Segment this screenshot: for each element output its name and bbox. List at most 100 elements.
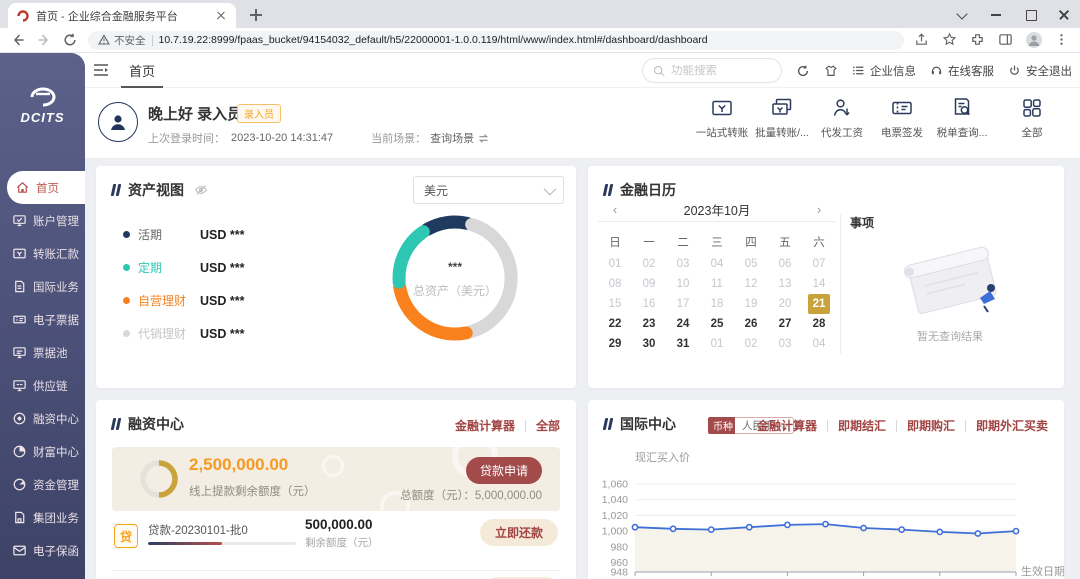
sidebar-item-group-business[interactable]: 集团业务	[0, 501, 85, 534]
calendar-day[interactable]: 02	[740, 334, 762, 354]
sidebar-item-international-business[interactable]: 国际业务	[0, 270, 85, 303]
user-avatar[interactable]	[98, 102, 138, 142]
calendar-day[interactable]: 28	[808, 314, 830, 334]
favicon-icon	[16, 9, 30, 23]
calendar-day[interactable]: 22	[604, 314, 626, 334]
sidebar-item-e-guarantee[interactable]: 电子保函	[0, 534, 85, 567]
browser-menu-icon[interactable]	[1054, 32, 1070, 48]
calendar-day[interactable]: 30	[638, 334, 660, 354]
calendar-day[interactable]: 13	[774, 274, 796, 294]
security-warning-icon[interactable]: 不安全	[98, 33, 146, 48]
switch-scene-icon[interactable]	[478, 133, 489, 144]
financing-link-0[interactable]: 金融计算器	[455, 417, 515, 434]
calendar-day[interactable]: 19	[740, 294, 762, 314]
calendar-day[interactable]: 06	[774, 254, 796, 274]
international-link-1[interactable]: 即期结汇	[838, 417, 886, 434]
quick-action-e-draft-issue[interactable]: 电票签发	[872, 96, 932, 140]
quick-action-batch-transfer[interactable]: 批量转账/...	[752, 96, 812, 140]
calendar-next-icon[interactable]: ›	[812, 202, 826, 217]
calendar-day[interactable]: 03	[672, 254, 694, 274]
calendar-day[interactable]: 16	[638, 294, 660, 314]
calendar-day[interactable]: 29	[604, 334, 626, 354]
search-input[interactable]	[671, 65, 771, 77]
calendar-day[interactable]: 12	[740, 274, 762, 294]
calendar-day[interactable]: 04	[706, 254, 728, 274]
sidebar-item-account-management[interactable]: 账户管理	[0, 204, 85, 237]
sidebar: DCITS 首页账户管理转账汇款国际业务电子票据票据池供应链融资中心财富中心资金…	[0, 53, 85, 579]
logout-button[interactable]: 安全退出	[1008, 63, 1072, 79]
calendar-day[interactable]: 08	[604, 274, 626, 294]
quick-action-all-apps[interactable]: 全部	[1002, 96, 1062, 140]
enterprise-info-button[interactable]: 企业信息	[852, 63, 916, 79]
sidebar-item-bill-pool[interactable]: 票据池	[0, 336, 85, 369]
minimize-icon[interactable]	[990, 8, 1002, 20]
online-service-button[interactable]: 在线客服	[930, 63, 994, 79]
weekday-label: 六	[813, 234, 825, 250]
eye-off-icon[interactable]	[194, 183, 208, 197]
international-link-0[interactable]: 金融计算器	[757, 417, 817, 434]
calendar-day[interactable]: 27	[774, 314, 796, 334]
financing-banner: 2,500,000.00 线上提款剩余额度（元） 贷款申请 总额度（元）：5,0…	[112, 447, 560, 511]
quick-action-tax-bill-query[interactable]: 税单查询...	[932, 96, 992, 140]
repay-now-button[interactable]: 立即还款	[480, 519, 558, 546]
quick-action-payroll[interactable]: 代发工资	[812, 96, 872, 140]
calendar-day[interactable]: 10	[672, 274, 694, 294]
calendar-day[interactable]: 31	[672, 334, 694, 354]
sidebar-item-wealth-center[interactable]: 财富中心	[0, 435, 85, 468]
calendar-day[interactable]: 02	[638, 254, 660, 274]
url-bar[interactable]: 不安全 10.7.19.22:8999/fpaas_bucket/9415403…	[88, 31, 904, 50]
calendar-day[interactable]: 01	[706, 334, 728, 354]
forward-icon[interactable]	[36, 32, 52, 48]
maximize-icon[interactable]	[1024, 8, 1036, 20]
sidebar-item-transfer-remit[interactable]: 转账汇款	[0, 237, 85, 270]
window-menu-icon[interactable]	[956, 8, 968, 20]
new-tab-button[interactable]	[248, 7, 264, 23]
calendar-day[interactable]: 25	[706, 314, 728, 334]
bookmark-star-icon[interactable]	[942, 32, 958, 48]
browser-tab[interactable]: 首页 - 企业综合金融服务平台	[8, 3, 236, 28]
calendar-day[interactable]: 03	[774, 334, 796, 354]
profile-avatar[interactable]	[1026, 32, 1042, 48]
extensions-icon[interactable]	[970, 32, 986, 48]
calendar-day[interactable]: 15	[604, 294, 626, 314]
financing-link-1[interactable]: 全部	[536, 417, 560, 434]
tab-close-icon[interactable]	[214, 9, 228, 23]
refresh-icon[interactable]	[796, 64, 810, 78]
calendar-day[interactable]: 26	[740, 314, 762, 334]
calendar-day[interactable]: 17	[672, 294, 694, 314]
loan-apply-button[interactable]: 贷款申请	[466, 457, 542, 484]
sidebar-item-e-bill[interactable]: 电子票据	[0, 303, 85, 336]
calendar-day[interactable]: 24	[672, 314, 694, 334]
theme-skin-icon[interactable]	[824, 64, 838, 78]
back-icon[interactable]	[10, 32, 26, 48]
international-link-2[interactable]: 即期购汇	[907, 417, 955, 434]
tax-bill-query-icon	[950, 96, 974, 120]
calendar-day[interactable]: 14	[808, 274, 830, 294]
side-panel-icon[interactable]	[998, 32, 1014, 48]
calendar-day[interactable]: 23	[638, 314, 660, 334]
share-icon[interactable]	[914, 32, 930, 48]
calendar-day[interactable]: 01	[604, 254, 626, 274]
tab-home[interactable]: 首页	[125, 53, 159, 88]
collapse-menu-icon[interactable]	[93, 63, 109, 77]
calendar-day[interactable]: 11	[706, 274, 728, 294]
close-icon[interactable]	[1058, 8, 1070, 20]
sidebar-item-home[interactable]: 首页	[7, 171, 85, 204]
sidebar-item-label: 财富中心	[33, 444, 79, 460]
calendar-day[interactable]: 05	[740, 254, 762, 274]
calendar-day[interactable]: 09	[638, 274, 660, 294]
calendar-prev-icon[interactable]: ‹	[608, 202, 622, 217]
reload-icon[interactable]	[62, 32, 78, 48]
calendar-day[interactable]: 18	[706, 294, 728, 314]
function-search[interactable]	[642, 58, 782, 83]
calendar-day[interactable]: 07	[808, 254, 830, 274]
quick-action-one-stop-transfer[interactable]: 一站式转账	[692, 96, 752, 140]
sidebar-item-supply-chain[interactable]: 供应链	[0, 369, 85, 402]
sidebar-item-financing-center[interactable]: 融资中心	[0, 402, 85, 435]
sidebar-item-funds-management[interactable]: 资金管理	[0, 468, 85, 501]
international-link-3[interactable]: 即期外汇买卖	[976, 417, 1048, 434]
calendar-day-selected[interactable]: 21	[808, 294, 830, 314]
currency-select[interactable]: 美元	[413, 176, 564, 204]
calendar-day[interactable]: 20	[774, 294, 796, 314]
calendar-day[interactable]: 04	[808, 334, 830, 354]
